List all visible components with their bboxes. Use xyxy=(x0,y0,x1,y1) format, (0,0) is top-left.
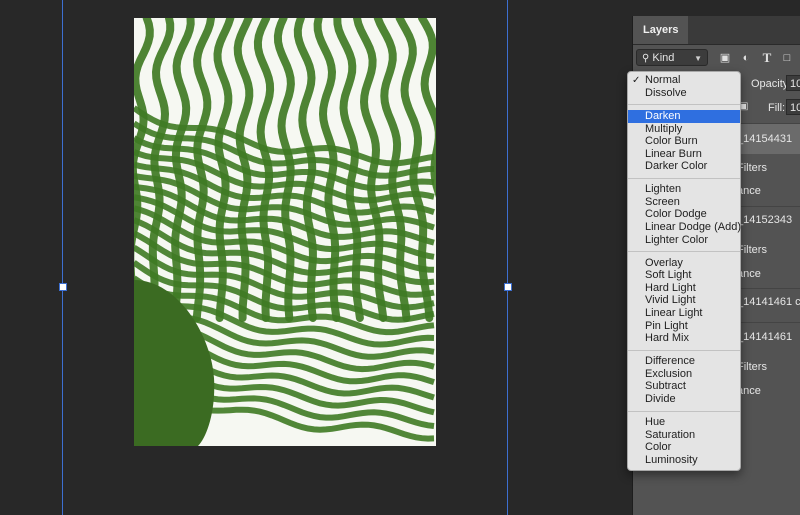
blend-option-label: Linear Burn xyxy=(645,148,702,160)
layer-name: _14152343 xyxy=(737,214,793,226)
transform-handle-right[interactable] xyxy=(504,283,512,291)
chevron-down-icon: ▼ xyxy=(694,54,702,63)
blend-option-label: Linear Dodge (Add) xyxy=(645,221,742,233)
blend-option-label: Linear Light xyxy=(645,307,703,319)
adjustment-filter-icon[interactable]: ◐ xyxy=(739,51,753,65)
blend-option-luminosity[interactable]: Luminosity xyxy=(628,454,740,467)
smart-filters-label: Filters xyxy=(737,244,767,256)
vertical-guide-left[interactable] xyxy=(62,0,63,515)
image-filter-icon[interactable]: ▣ xyxy=(718,51,732,65)
blend-option-label: Lighter Color xyxy=(645,234,708,246)
blend-option-subtract[interactable]: Subtract xyxy=(628,380,740,393)
blend-option-label: Luminosity xyxy=(645,454,698,466)
layer-name: _14141461 xyxy=(737,331,793,343)
blend-option-color-burn[interactable]: Color Burn xyxy=(628,135,740,148)
layer-name: _14154431 xyxy=(737,133,793,145)
blend-option-linear-light[interactable]: Linear Light xyxy=(628,307,740,320)
blend-option-darker-color[interactable]: Darker Color xyxy=(628,160,740,173)
blend-option-linear-dodge[interactable]: Linear Dodge (Add) xyxy=(628,221,742,234)
blend-option-label: Multiply xyxy=(645,123,683,135)
shape-filter-icon[interactable]: □ xyxy=(780,51,794,65)
blend-option-label: Saturation xyxy=(645,429,696,441)
tab-layers[interactable]: Layers xyxy=(633,16,689,44)
menu-separator xyxy=(628,178,740,179)
blend-option-label: Dissolve xyxy=(645,87,687,99)
transform-handle-left[interactable] xyxy=(59,283,67,291)
type-filter-icon[interactable]: T xyxy=(760,51,774,65)
smart-filters-label: Filters xyxy=(737,361,767,373)
menu-separator xyxy=(628,104,740,105)
green-wave-pattern xyxy=(134,18,436,446)
blend-option-label: Exclusion xyxy=(645,368,693,380)
blend-option-dissolve[interactable]: Dissolve xyxy=(628,87,740,100)
blend-option-color-dodge[interactable]: Color Dodge xyxy=(628,208,740,221)
blend-option-label: Screen xyxy=(645,196,680,208)
blend-option-darken[interactable]: Darken xyxy=(628,110,740,123)
menu-separator xyxy=(628,411,740,412)
blend-option-label: Subtract xyxy=(645,380,686,392)
blend-option-label: Normal xyxy=(645,74,681,86)
blend-option-color[interactable]: Color xyxy=(628,441,740,454)
panel-tab-bar: Layers xyxy=(633,16,800,45)
blend-option-label: Lighten xyxy=(645,183,682,195)
blend-option-label: Color xyxy=(645,441,672,453)
artwork-image[interactable] xyxy=(134,18,436,446)
blend-option-label: Color Burn xyxy=(645,135,698,147)
blend-option-hard-mix[interactable]: Hard Mix xyxy=(628,332,740,345)
blend-mode-menu: ✓ Normal Dissolve Darken Multiply Color … xyxy=(627,71,741,471)
vertical-guide-right[interactable] xyxy=(507,0,508,515)
blend-option-label: Difference xyxy=(645,355,695,367)
blend-option-normal[interactable]: ✓ Normal xyxy=(628,74,740,87)
blend-option-label: Vivid Light xyxy=(645,294,696,306)
blend-option-label: Soft Light xyxy=(645,269,692,281)
blend-option-hue[interactable]: Hue xyxy=(628,416,740,429)
blend-option-label: Hue xyxy=(645,416,666,428)
search-icon: ⚲ xyxy=(642,53,650,64)
checkmark-icon: ✓ xyxy=(632,75,641,86)
blend-option-label: Darker Color xyxy=(645,160,708,172)
blend-option-difference[interactable]: Difference xyxy=(628,355,740,368)
filter-kind-label: Kind xyxy=(652,52,675,64)
blend-option-label: Hard Mix xyxy=(645,332,690,344)
menu-separator xyxy=(628,251,740,252)
blend-option-vivid-light[interactable]: Vivid Light xyxy=(628,294,740,307)
layer-name: _14141461 cop xyxy=(737,296,800,308)
fill-field[interactable]: 100 xyxy=(786,99,800,115)
blend-option-label: Overlay xyxy=(645,257,683,269)
smart-filters-label: Filters xyxy=(737,162,767,174)
blend-option-label: Pin Light xyxy=(645,320,688,332)
fill-label: Fill: xyxy=(768,102,786,114)
document-canvas[interactable] xyxy=(0,0,632,515)
opacity-field[interactable]: 100 xyxy=(786,75,800,91)
blend-option-label: Divide xyxy=(645,393,676,405)
layer-filter-row: ⚲ Kind ▼ ▣ ◐ T □ xyxy=(633,46,800,72)
filter-kind-select[interactable]: ⚲ Kind ▼ xyxy=(636,49,708,66)
menu-separator xyxy=(628,350,740,351)
blend-option-divide[interactable]: Divide xyxy=(628,393,740,406)
blend-option-label: Hard Light xyxy=(645,282,696,294)
blend-option-lighter-color[interactable]: Lighter Color xyxy=(628,234,740,247)
blend-option-label: Darken xyxy=(645,110,681,122)
blend-option-label: Color Dodge xyxy=(645,208,707,220)
blend-option-soft-light[interactable]: Soft Light xyxy=(628,269,740,282)
blend-option-lighten[interactable]: Lighten xyxy=(628,183,740,196)
